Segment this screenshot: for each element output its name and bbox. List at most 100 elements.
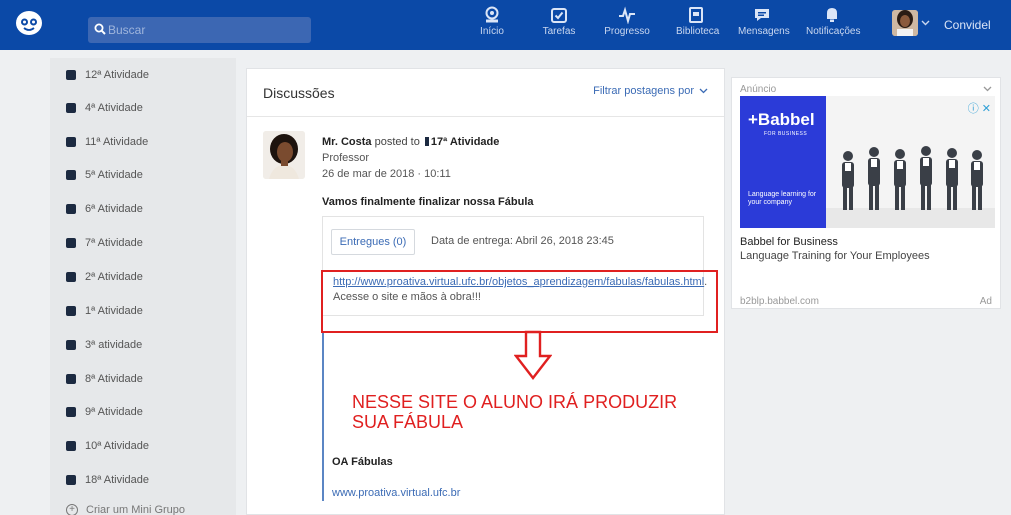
sidebar-item[interactable]: 2ª Atividade: [66, 269, 143, 285]
nav-label: Progresso: [604, 26, 650, 37]
embed-title[interactable]: OA Fábulas: [332, 456, 393, 468]
search-box[interactable]: Buscar: [88, 17, 311, 43]
sidebar-item[interactable]: 5ª Atividade: [66, 167, 143, 183]
group-icon: [66, 272, 76, 282]
plus-icon: +: [66, 504, 78, 515]
embed-url[interactable]: www.proativa.virtual.ufc.br: [332, 487, 460, 499]
nav-label: Biblioteca: [676, 26, 720, 37]
group-icon: [66, 306, 76, 316]
create-mini-group-button[interactable]: + Criar um Mini Grupo: [66, 504, 185, 515]
ad-panel: Anúncio +Babbel FOR BUSINESS Language le…: [731, 77, 1001, 309]
group-icon: [66, 238, 76, 248]
ad-subtitle[interactable]: Language Training for Your Employees: [740, 250, 930, 262]
nav-label: Notificações: [806, 26, 861, 37]
top-bar: Buscar Início Tarefas Progresso Bibliote…: [0, 0, 1011, 50]
ad-badge: Ad: [979, 296, 992, 307]
logo-icon[interactable]: [14, 8, 44, 38]
sidebar-item[interactable]: 11ª Atividade: [66, 134, 148, 150]
arrow-down-icon: [514, 330, 552, 380]
sidebar-item-label: 3ª atividade: [85, 339, 143, 351]
user-name[interactable]: Convidel: [944, 18, 991, 32]
sidebar: 12ª Atividade 4ª Atividade 11ª Atividade…: [50, 58, 236, 515]
sidebar-item-label: 2ª Atividade: [85, 271, 143, 283]
group-icon: [66, 407, 76, 417]
nav-biblioteca[interactable]: Biblioteca: [676, 6, 720, 50]
messages-icon: [755, 9, 769, 21]
sidebar-item-label: 10ª Atividade: [85, 440, 150, 452]
post-author-role: Professor: [322, 152, 370, 164]
filter-posts-dropdown[interactable]: Filtrar postagens por: [593, 85, 708, 97]
sidebar-item[interactable]: 4ª Atividade: [66, 100, 143, 116]
discussions-title: Discussões: [263, 85, 335, 101]
sidebar-item-label: 9ª Atividade: [85, 406, 143, 418]
group-icon: [66, 137, 76, 147]
sidebar-item[interactable]: 3ª atividade: [66, 337, 142, 353]
posted-to-text: posted to: [374, 136, 420, 148]
adchoices-icon[interactable]: ⓘ ✕: [968, 100, 991, 116]
ad-brand-panel: +Babbel FOR BUSINESS Language learning f…: [740, 96, 826, 228]
ad-tagline: Language learning for your company: [748, 191, 817, 206]
annotation-text: NESSE SITE O ALUNO IRÁ PRODUZIR SUA FÁBU…: [352, 392, 678, 432]
post-title: Vamos finalmente finalizar nossa Fábula: [322, 196, 534, 208]
group-icon: [66, 70, 76, 80]
sidebar-item-label: 7ª Atividade: [85, 237, 143, 249]
group-icon: [424, 137, 429, 146]
nav-label: Início: [480, 26, 504, 37]
sidebar-item-label: 4ª Atividade: [85, 102, 143, 114]
discussions-header: Discussões Filtrar postagens por: [247, 69, 724, 117]
nav-progresso[interactable]: Progresso: [604, 6, 650, 50]
sidebar-item[interactable]: 1ª Atividade: [66, 303, 143, 319]
sidebar-item-label: 12ª Atividade: [85, 69, 150, 81]
sidebar-item[interactable]: 18ª Atividade: [66, 472, 149, 488]
nav-label: Tarefas: [542, 26, 576, 37]
nav-mensagens[interactable]: Mensagens: [738, 6, 790, 50]
embed-quote-bar: [322, 333, 324, 501]
filter-label: Filtrar postagens por: [593, 85, 694, 97]
group-icon: [66, 170, 76, 180]
ad-brand-sub: FOR BUSINESS: [764, 131, 808, 137]
sidebar-item[interactable]: 12ª Atividade: [66, 67, 149, 83]
nav-notificacoes[interactable]: Notificações: [806, 6, 861, 50]
home-icon: [485, 6, 499, 23]
chevron-down-icon[interactable]: [983, 86, 992, 92]
tasks-icon: [551, 8, 567, 23]
post-date[interactable]: 26 de mar de 2018 · 10:11: [322, 168, 451, 180]
library-icon: [689, 7, 703, 23]
search-icon: [94, 23, 106, 35]
user-avatar[interactable]: [892, 10, 918, 36]
post-author-line: Mr. Costa posted to 17ª Atividade: [322, 136, 499, 148]
group-icon: [66, 340, 76, 350]
due-date: Data de entrega: Abril 26, 2018 23:45: [431, 235, 614, 247]
nav-label: Mensagens: [738, 26, 790, 37]
ad-label: Anúncio: [740, 84, 777, 95]
ad-image[interactable]: +Babbel FOR BUSINESS Language learning f…: [740, 96, 995, 228]
group-icon: [66, 204, 76, 214]
nav-tarefas[interactable]: Tarefas: [541, 6, 577, 50]
ad-domain[interactable]: b2blp.babbel.com: [740, 296, 819, 307]
author-avatar[interactable]: [263, 131, 305, 179]
sidebar-item-label: 18ª Atividade: [85, 474, 150, 486]
group-icon: [66, 103, 76, 113]
post-activity-link[interactable]: 17ª Atividade: [431, 136, 499, 148]
sidebar-item-label: 6ª Atividade: [85, 203, 143, 215]
sidebar-item-label: 11ª Atividade: [85, 136, 149, 148]
create-mini-group-label: Criar um Mini Grupo: [86, 504, 186, 515]
sidebar-item-label: 1ª Atividade: [85, 305, 143, 317]
highlight-box: [321, 270, 718, 333]
search-input[interactable]: Buscar: [108, 23, 145, 37]
post-author[interactable]: Mr. Costa: [322, 136, 372, 148]
chevron-down-icon[interactable]: [921, 20, 930, 26]
sidebar-item[interactable]: 7ª Atividade: [66, 235, 143, 251]
sidebar-item[interactable]: 8ª Atividade: [66, 371, 143, 387]
sidebar-item-label: 8ª Atividade: [85, 373, 143, 385]
sidebar-item[interactable]: 9ª Atividade: [66, 404, 143, 420]
group-icon: [66, 475, 76, 485]
chevron-down-icon: [699, 88, 708, 94]
ad-title[interactable]: Babbel for Business: [740, 236, 838, 248]
group-icon: [66, 374, 76, 384]
sidebar-item[interactable]: 10ª Atividade: [66, 438, 149, 454]
sidebar-item[interactable]: 6ª Atividade: [66, 201, 143, 217]
sidebar-item-label: 5ª Atividade: [85, 169, 143, 181]
delivered-button[interactable]: Entregues (0): [331, 229, 415, 255]
nav-inicio[interactable]: Início: [478, 6, 506, 50]
